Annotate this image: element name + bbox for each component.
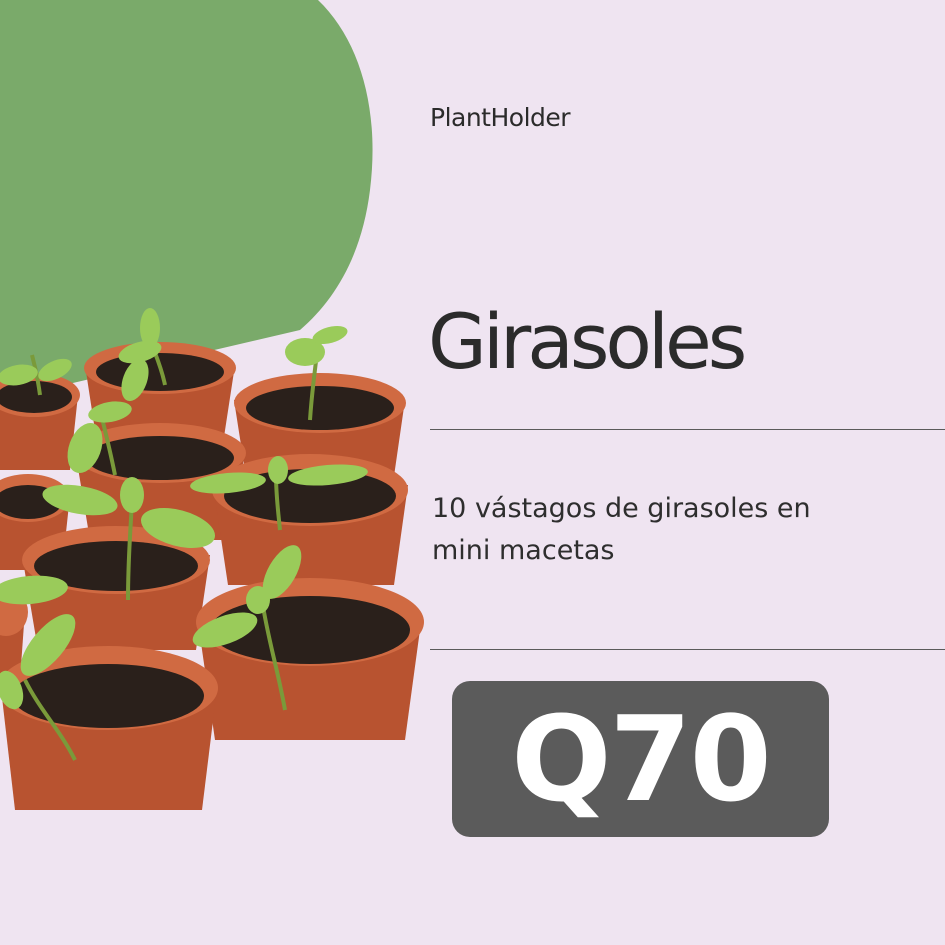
sunflower-seedlings-photo <box>0 308 424 810</box>
price-badge: Q70 <box>452 681 829 837</box>
divider-line <box>430 429 945 430</box>
pot <box>196 578 424 740</box>
price-label: Q70 <box>511 690 772 828</box>
product-description: 10 vástagos de girasoles en mini macetas <box>432 493 811 566</box>
divider-line <box>430 649 945 650</box>
product-title: Girasoles <box>428 297 747 386</box>
brand-name: PlantHolder <box>430 103 571 132</box>
